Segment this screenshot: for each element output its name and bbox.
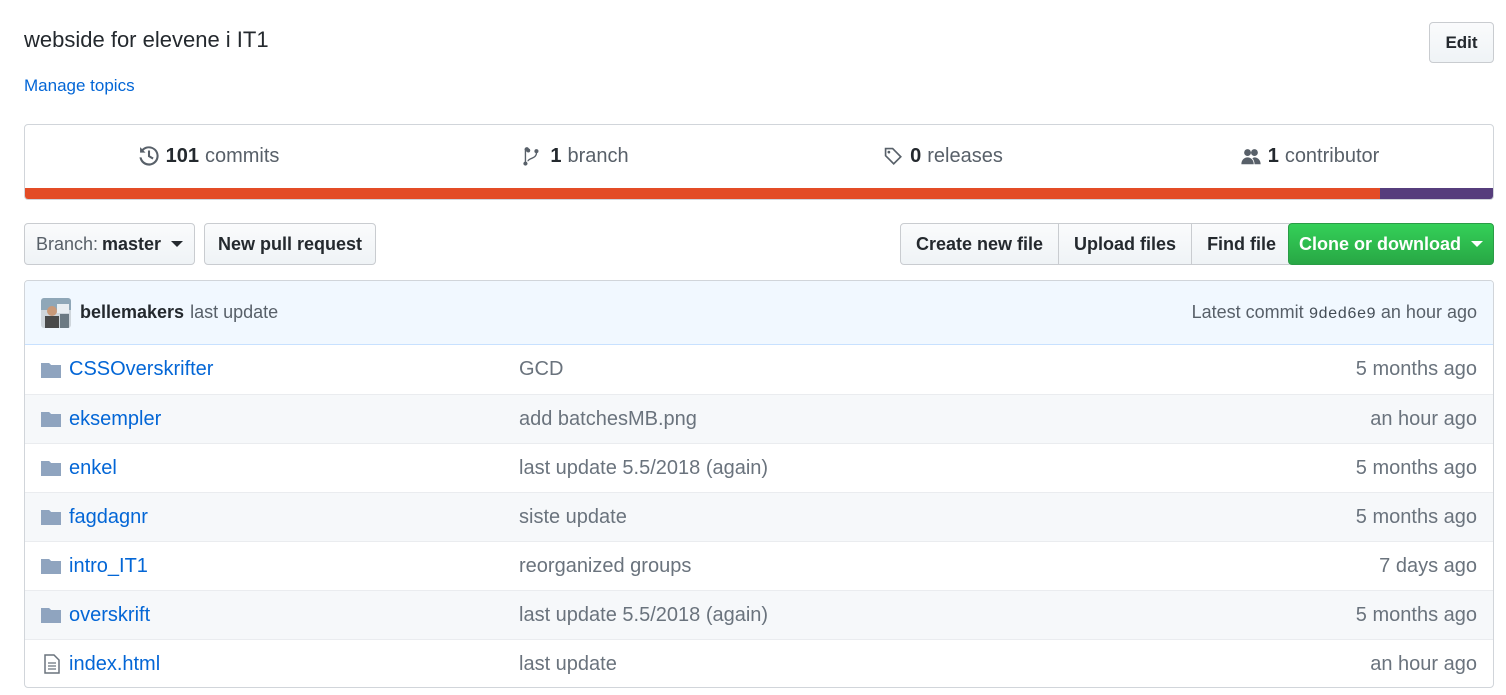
file-commit-message[interactable]: last update	[519, 653, 1293, 676]
branch-count: 1	[550, 144, 562, 167]
file-commit-message[interactable]: last update 5.5/2018 (again)	[519, 604, 1293, 627]
folder-icon	[25, 360, 69, 380]
repo-summary: 101 commits 1 branch 0 releases 1 contri…	[24, 124, 1494, 200]
commit-author[interactable]: bellemakers	[80, 302, 184, 323]
file-row: CSSOverskrifter GCD 5 months ago	[25, 345, 1493, 394]
file-name-link[interactable]: eksempler	[69, 408, 519, 431]
file-name-link[interactable]: fagdagnr	[69, 506, 519, 529]
commit-message[interactable]: last update	[190, 302, 278, 323]
branch-link[interactable]: 1 branch	[392, 125, 759, 187]
contributors-link[interactable]: 1 contributor	[1126, 125, 1493, 187]
commits-label: commits	[204, 144, 280, 167]
avatar[interactable]	[41, 297, 71, 328]
tag-icon	[884, 147, 903, 165]
repo-description: webside for elevene i IT1	[24, 27, 269, 52]
commits-count: 101	[165, 144, 199, 167]
file-commit-message[interactable]: GCD	[519, 358, 1293, 381]
folder-icon	[25, 605, 69, 625]
folder-icon	[25, 507, 69, 527]
manage-topics-link[interactable]: Manage topics	[24, 76, 135, 96]
edit-button[interactable]: Edit	[1429, 22, 1494, 63]
file-name-link[interactable]: enkel	[69, 457, 519, 480]
branch-select-button[interactable]: Branch: master	[24, 223, 195, 265]
language-bar[interactable]	[25, 188, 1493, 199]
file-list: CSSOverskrifter GCD 5 months ago eksempler a…	[25, 345, 1493, 687]
latest-commit-info: Latest commit 9ded6e9 an hour ago	[1192, 302, 1477, 323]
commit-sha-link[interactable]: 9ded6e9	[1309, 305, 1376, 323]
branch-name: master	[102, 233, 162, 254]
upload-files-button[interactable]: Upload files	[1058, 223, 1193, 265]
latest-commit-label: Latest commit	[1191, 302, 1304, 322]
file-age: 5 months ago	[1355, 358, 1477, 380]
file-age: 5 months ago	[1355, 603, 1477, 626]
file-actions-group: Create new file Upload files Find file	[900, 223, 1293, 265]
file-age: an hour ago	[1370, 407, 1477, 430]
file-name-link[interactable]: CSSOverskrifter	[69, 358, 519, 381]
file-commit-message[interactable]: siste update	[519, 506, 1293, 529]
branch-label: branch	[567, 144, 629, 167]
releases-count: 0	[910, 144, 922, 167]
contributor-label: contributor	[1284, 144, 1380, 167]
file-age: 5 months ago	[1355, 456, 1477, 479]
file-age: 5 months ago	[1355, 505, 1477, 528]
file-row: overskrift last update 5.5/2018 (again) 5 …	[25, 590, 1493, 639]
folder-icon	[25, 556, 69, 576]
file-age: an hour ago	[1370, 652, 1477, 675]
create-new-file-button[interactable]: Create new file	[900, 223, 1060, 265]
file-commit-message[interactable]: add batchesMB.png	[519, 408, 1293, 431]
file-name-link[interactable]: intro_IT1	[69, 555, 519, 578]
file-row: index.html last update an hour ago	[25, 639, 1493, 687]
file-commit-message[interactable]: reorganized groups	[519, 555, 1293, 578]
file-icon	[25, 654, 69, 674]
file-row: fagdagnr siste update 5 months ago	[25, 492, 1493, 541]
file-age: 7 days ago	[1379, 554, 1477, 577]
clone-or-download-button[interactable]: Clone or download	[1288, 223, 1494, 265]
people-icon	[1241, 149, 1261, 165]
language-segment[interactable]	[1379, 188, 1493, 199]
history-icon	[139, 146, 159, 166]
contributor-count: 1	[1267, 144, 1279, 167]
commits-link[interactable]: 101 commits	[25, 125, 392, 187]
folder-icon	[25, 458, 69, 478]
file-name-link[interactable]: overskrift	[69, 604, 519, 627]
language-segment[interactable]	[25, 188, 1380, 199]
caret-down-icon	[1471, 241, 1483, 247]
new-pull-request-button[interactable]: New pull request	[204, 223, 376, 265]
file-commit-message[interactable]: last update 5.5/2018 (again)	[519, 457, 1293, 480]
caret-down-icon	[171, 241, 184, 247]
file-browser: bellemakers last update Latest commit 9d…	[24, 280, 1494, 688]
file-row: eksempler add batchesMB.png an hour ago	[25, 394, 1493, 443]
releases-link[interactable]: 0 releases	[759, 125, 1126, 187]
commit-tease: bellemakers last update Latest commit 9d…	[25, 281, 1493, 345]
commit-age: an hour ago	[1380, 302, 1477, 322]
releases-label: releases	[927, 144, 1003, 167]
find-file-button[interactable]: Find file	[1191, 223, 1293, 265]
file-row: intro_IT1 reorganized groups 7 days ago	[25, 541, 1493, 590]
file-row: enkel last update 5.5/2018 (again) 5 month…	[25, 443, 1493, 492]
file-name-link[interactable]: index.html	[69, 653, 519, 676]
folder-icon	[25, 409, 69, 429]
clone-label: Clone or download	[1299, 233, 1461, 254]
branch-prefix: Branch:	[35, 233, 98, 254]
branch-icon	[523, 147, 539, 166]
